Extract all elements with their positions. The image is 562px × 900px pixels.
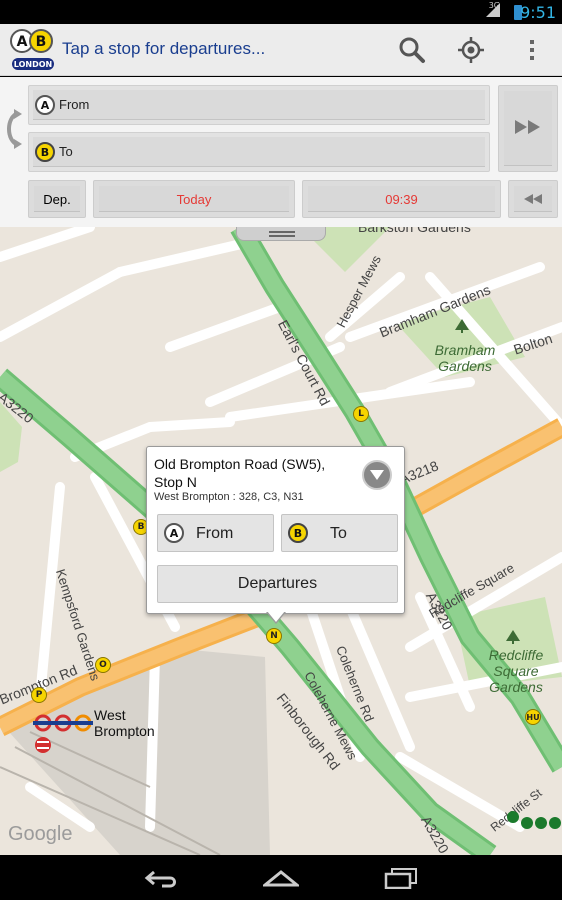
dep-label: Dep. xyxy=(43,191,71,207)
search-journey-button[interactable] xyxy=(498,85,558,172)
departures-button[interactable]: Departures xyxy=(157,565,398,603)
svg-text:LONDON: LONDON xyxy=(14,60,52,69)
recent-apps-icon[interactable] xyxy=(381,863,421,893)
fast-forward-icon xyxy=(515,120,541,137)
popup-to-button[interactable]: B To xyxy=(281,514,398,552)
park-label: Redcliffe Square Gardens xyxy=(488,647,544,695)
overflow-menu-icon[interactable] xyxy=(516,34,548,66)
stop-title: Old Brompton Road (SW5), Stop N xyxy=(154,456,326,490)
time-button[interactable]: 09:39 xyxy=(302,180,501,218)
stop-popup: Old Brompton Road (SW5), Stop N West Bro… xyxy=(146,446,405,614)
from-label: From xyxy=(59,97,90,112)
back-icon[interactable] xyxy=(141,863,181,893)
to-field[interactable]: B To xyxy=(28,132,490,172)
place-label: West Brompton xyxy=(94,707,155,739)
app-logo[interactable]: A B LONDON xyxy=(8,28,58,72)
swap-icon[interactable] xyxy=(2,109,24,149)
departures-label: Departures xyxy=(237,575,318,592)
departure-mode-button[interactable]: Dep. xyxy=(28,180,86,218)
popup-from-button[interactable]: A From xyxy=(157,514,274,552)
from-badge: A xyxy=(35,95,55,115)
bus-stop-marker[interactable]: P xyxy=(31,687,47,703)
signal-icon xyxy=(486,3,500,17)
popup-to-badge: B xyxy=(288,523,308,543)
rewind-icon xyxy=(524,192,542,207)
time-value: 09:39 xyxy=(385,191,418,207)
home-icon[interactable] xyxy=(261,863,301,893)
journey-form: A From B To Dep. Today 09:39 xyxy=(0,77,562,227)
to-label: To xyxy=(59,144,73,159)
clock: 9:51 xyxy=(520,3,556,22)
action-bar: A B LONDON Tap a stop for departures... xyxy=(0,24,562,76)
date-button[interactable]: Today xyxy=(93,180,295,218)
stop-routes: West Brompton : 328, C3, N31 xyxy=(154,491,304,503)
from-field[interactable]: A From xyxy=(28,85,490,125)
bus-stop-marker[interactable]: N xyxy=(266,628,282,644)
google-watermark: Google xyxy=(8,823,73,845)
popup-from-label: From xyxy=(196,525,234,542)
rewind-button[interactable] xyxy=(508,180,558,218)
popup-from-badge: A xyxy=(164,523,184,543)
bus-stop-marker[interactable]: L xyxy=(353,406,369,422)
bus-stop-marker[interactable]: HU xyxy=(525,709,541,725)
popup-to-label: To xyxy=(330,525,347,542)
locate-icon[interactable] xyxy=(455,34,487,66)
svg-text:B: B xyxy=(36,34,47,50)
action-bar-title: Tap a stop for departures... xyxy=(62,39,266,58)
park-label: Bramham Gardens xyxy=(434,342,496,374)
system-nav-bar xyxy=(0,855,562,900)
to-badge: B xyxy=(35,142,55,162)
search-icon[interactable] xyxy=(396,34,428,66)
collapse-icon[interactable] xyxy=(362,460,392,490)
svg-text:A: A xyxy=(17,34,28,50)
date-value: Today xyxy=(176,191,212,207)
status-bar: 3G 9:51 xyxy=(0,0,562,24)
drawer-handle[interactable] xyxy=(236,227,326,241)
bus-stop-marker[interactable]: O xyxy=(95,657,111,673)
road-label: Barkston Gardens xyxy=(358,227,471,235)
